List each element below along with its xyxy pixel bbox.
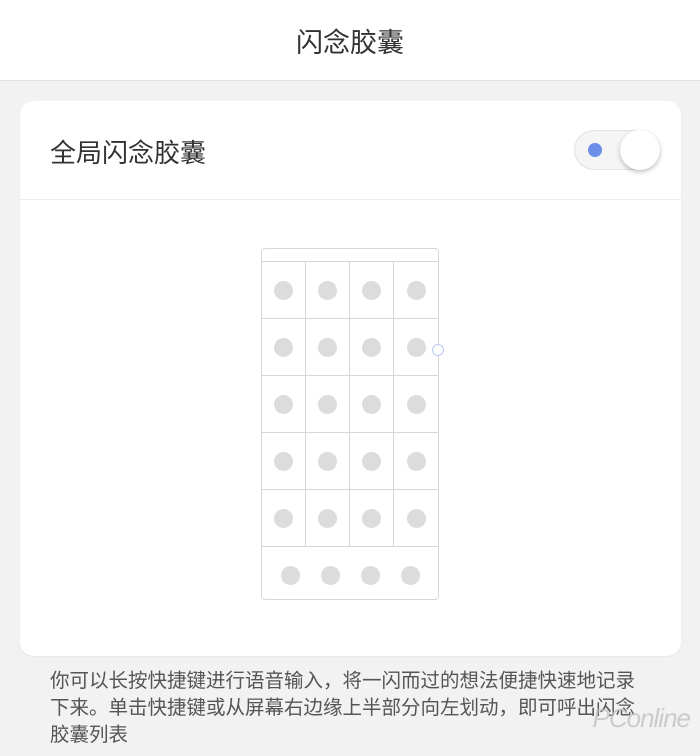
app-icon-cell <box>306 319 350 376</box>
toggle-knob <box>620 130 660 170</box>
phone-status-bar <box>262 249 438 262</box>
app-icon-placeholder <box>362 451 381 471</box>
app-icon-placeholder <box>318 394 337 414</box>
edge-swipe-handle-icon <box>432 344 444 356</box>
dock-icon-placeholder <box>360 565 380 585</box>
phone-illustration <box>261 248 439 600</box>
app-icon-placeholder <box>406 508 426 528</box>
app-icon-cell <box>306 490 350 547</box>
app-icon-placeholder <box>406 280 426 300</box>
app-icon-cell <box>262 319 306 376</box>
app-icon-placeholder <box>274 280 293 300</box>
app-icon-placeholder <box>362 508 381 528</box>
app-icon-cell <box>306 376 350 433</box>
app-icon-placeholder <box>406 451 426 471</box>
watermark-logo: PConline <box>592 703 691 733</box>
app-icon-cell <box>394 262 438 319</box>
feature-description: 你可以长按快捷键进行语音输入，将一闪而过的想法便捷快速地记录下来。单击快捷键或从… <box>50 669 636 746</box>
app-icon-cell <box>350 319 394 376</box>
dock-icon-placeholder <box>400 565 420 585</box>
app-icon-cell <box>350 262 394 319</box>
app-icon-placeholder <box>318 451 337 471</box>
app-icon-cell <box>262 376 306 433</box>
app-icon-placeholder <box>362 394 381 414</box>
phone-dock <box>262 547 438 603</box>
app-icon-cell <box>350 376 394 433</box>
app-icon-grid <box>262 262 438 547</box>
app-icon-cell <box>350 433 394 490</box>
app-icon-placeholder <box>406 337 426 357</box>
app-icon-cell <box>306 262 350 319</box>
app-icon-cell <box>262 262 306 319</box>
settings-card: 全局闪念胶囊 <box>20 101 681 656</box>
app-icon-placeholder <box>318 508 337 528</box>
app-icon-placeholder <box>318 337 337 357</box>
dock-icon-placeholder <box>280 565 300 585</box>
app-icon-placeholder <box>274 394 293 414</box>
global-capsule-toggle[interactable] <box>574 130 660 170</box>
app-icon-cell <box>394 433 438 490</box>
toggle-indicator-dot <box>588 143 602 157</box>
app-icon-placeholder <box>274 508 293 528</box>
dock-icon-placeholder <box>320 565 340 585</box>
page-header: 闪念胶囊 <box>0 0 700 81</box>
app-icon-placeholder <box>362 337 381 357</box>
app-icon-cell <box>394 490 438 547</box>
global-capsule-row: 全局闪念胶囊 <box>20 101 681 200</box>
app-icon-placeholder <box>274 337 293 357</box>
page-title: 闪念胶囊 <box>296 27 404 59</box>
app-icon-placeholder <box>406 394 426 414</box>
global-capsule-label: 全局闪念胶囊 <box>50 139 207 169</box>
app-icon-cell <box>394 376 438 433</box>
app-icon-placeholder <box>362 280 381 300</box>
app-icon-cell <box>262 433 306 490</box>
app-icon-placeholder <box>274 451 293 471</box>
app-icon-cell <box>350 490 394 547</box>
app-icon-placeholder <box>318 280 337 300</box>
app-icon-cell <box>262 490 306 547</box>
app-icon-cell <box>306 433 350 490</box>
